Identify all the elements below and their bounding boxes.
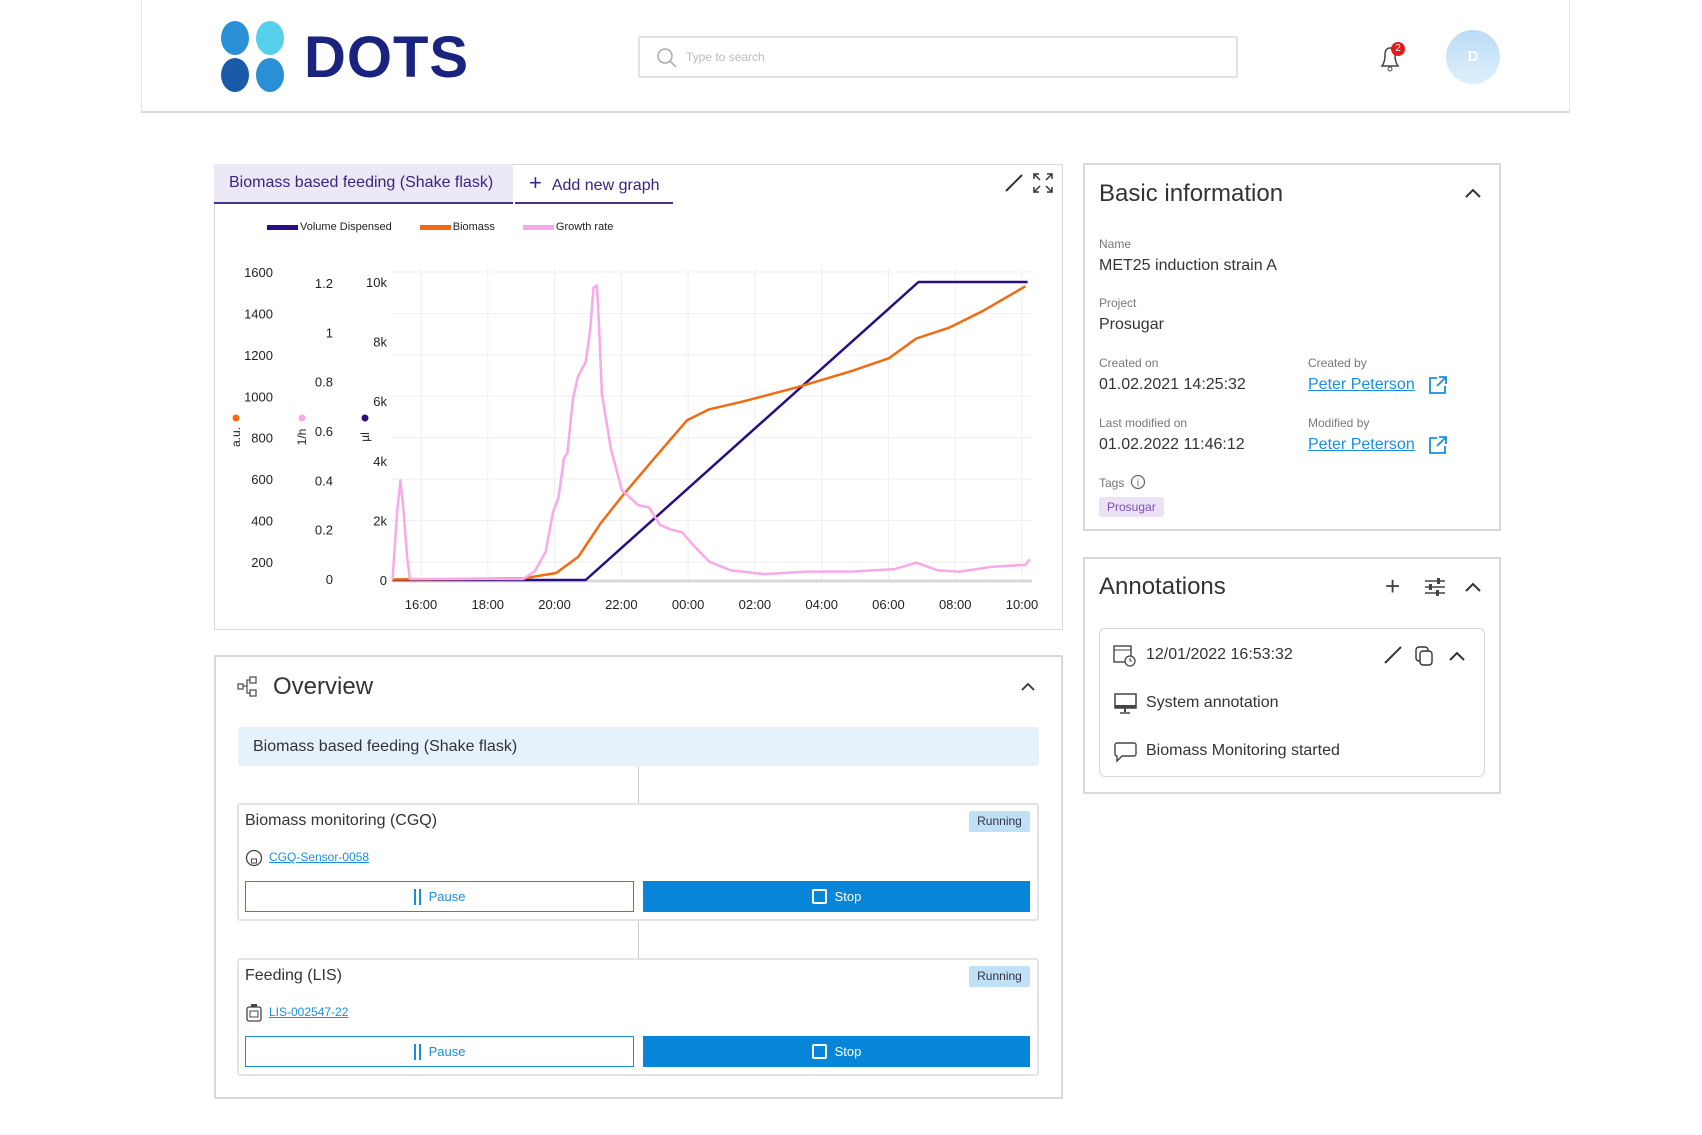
stop-icon <box>811 889 827 904</box>
button-label: Stop <box>834 889 862 904</box>
filter-sliders-icon[interactable] <box>1424 578 1446 596</box>
external-link-icon[interactable] <box>1428 435 1448 455</box>
y-tick-label-ul: 10k <box>366 275 387 290</box>
process-header[interactable]: Biomass based feeding (Shake flask) <box>238 727 1039 766</box>
y-tick-label-perh: 0 <box>326 572 333 587</box>
panel-title: Overview <box>273 673 374 700</box>
panel-title: Annotations <box>1099 573 1226 600</box>
stop-icon <box>811 1044 827 1059</box>
y-tick-label-perh: 1.2 <box>315 276 333 291</box>
panel-title: Basic information <box>1099 180 1284 207</box>
axis-color-dot <box>361 414 369 422</box>
x-tick-label: 06:00 <box>872 597 905 612</box>
tags-label: Tags <box>1099 476 1125 490</box>
x-tick-label: 04:00 <box>805 597 838 612</box>
created-by-link[interactable]: Peter Peterson <box>1308 376 1415 394</box>
y-tick-label-au: 1400 <box>244 306 273 321</box>
y-tick-label-ul: 0 <box>380 573 387 588</box>
x-tick-label: 22:00 <box>605 597 638 612</box>
pause-icon <box>413 1043 421 1060</box>
stop-button[interactable]: Stop <box>643 881 1030 912</box>
created-by-label: Created by <box>1308 356 1367 370</box>
y-tick-label-au: 1000 <box>244 389 273 404</box>
modified-by-link[interactable]: Peter Peterson <box>1308 436 1415 454</box>
pause-button[interactable]: Pause <box>245 881 634 912</box>
axis-color-dot <box>298 414 306 422</box>
chevron-up-icon[interactable] <box>1464 581 1482 593</box>
connector-line <box>638 921 639 958</box>
stop-button[interactable]: Stop <box>643 1036 1030 1067</box>
annotation-type: System annotation <box>1146 694 1279 711</box>
copy-icon[interactable] <box>1414 645 1436 667</box>
pause-button[interactable]: Pause <box>245 1036 634 1067</box>
created-on-label: Created on <box>1099 356 1159 370</box>
y-tick-label-au: 1200 <box>244 348 273 363</box>
monitor-icon <box>1114 693 1137 714</box>
chevron-up-icon[interactable] <box>1464 187 1482 199</box>
device-link[interactable]: LIS-002547-22 <box>269 1005 348 1019</box>
y-tick-label-ul: 8k <box>373 335 387 350</box>
y-axis-title-au: a.u. <box>229 427 243 447</box>
name-label: Name <box>1099 237 1132 251</box>
chevron-up-icon[interactable] <box>1448 650 1466 662</box>
plus-icon: + <box>1385 571 1401 601</box>
modified-by-label: Modified by <box>1308 416 1370 430</box>
y-axis-title-perh: 1/h <box>295 429 309 446</box>
y-tick-label-ul: 2k <box>373 513 387 528</box>
created-on-value: 01.02.2021 14:25:32 <box>1099 376 1246 393</box>
button-label: Pause <box>428 1044 466 1059</box>
y-tick-label-au: 200 <box>251 555 273 570</box>
x-tick-label: 16:00 <box>405 597 438 612</box>
edit-pencil-icon[interactable] <box>1383 645 1403 665</box>
device-link[interactable]: CGQ-Sensor-0058 <box>269 850 369 864</box>
y-tick-label-ul: 6k <box>373 394 387 409</box>
x-tick-label: 20:00 <box>538 597 571 612</box>
workflow-icon <box>237 676 257 697</box>
annotation-text: Biomass Monitoring started <box>1146 742 1340 759</box>
y-tick-label-perh: 0.4 <box>315 473 333 488</box>
modified-on-value: 01.02.2022 11:46:12 <box>1099 436 1245 453</box>
y-tick-label-ul: 4k <box>373 454 387 469</box>
y-tick-label-perh: 0.2 <box>315 523 333 538</box>
external-link-icon[interactable] <box>1428 375 1448 395</box>
x-tick-label: 00:00 <box>672 597 705 612</box>
y-axis-title-ul: µl <box>358 432 372 442</box>
status-badge: Running <box>969 811 1030 832</box>
x-tick-label: 08:00 <box>939 597 972 612</box>
add-annotation-button[interactable]: + <box>1385 571 1400 602</box>
tag-chip[interactable]: Prosugar <box>1099 497 1164 517</box>
calendar-clock-icon <box>1113 645 1136 667</box>
y-tick-label-perh: 0.8 <box>315 375 333 390</box>
pump-icon <box>246 1004 262 1022</box>
y-tick-label-perh: 1 <box>326 325 333 340</box>
x-tick-label: 10:00 <box>1006 597 1039 612</box>
y-tick-label-au: 400 <box>251 514 273 529</box>
button-label: Stop <box>834 1044 862 1059</box>
project-label: Project <box>1099 296 1137 310</box>
connector-line <box>638 766 639 803</box>
axis-color-dot <box>232 414 240 422</box>
x-tick-label: 02:00 <box>739 597 772 612</box>
pause-icon <box>413 888 421 905</box>
info-icon[interactable]: i <box>1130 474 1146 490</box>
annotation-timestamp: 12/01/2022 16:53:32 <box>1146 646 1293 663</box>
project-value: Prosugar <box>1099 316 1164 333</box>
step-title: Feeding (LIS) <box>245 967 342 984</box>
y-tick-label-au: 800 <box>251 431 273 446</box>
sensor-icon <box>245 849 263 867</box>
y-tick-label-au: 1600 <box>244 265 273 280</box>
name-value: MET25 induction strain A <box>1099 257 1277 274</box>
svg-text:i: i <box>1137 478 1139 489</box>
modified-on-label: Last modified on <box>1099 416 1188 430</box>
chevron-up-icon[interactable] <box>1020 682 1036 692</box>
button-label: Pause <box>428 889 466 904</box>
x-tick-label: 18:00 <box>472 597 505 612</box>
comment-icon <box>1114 742 1137 763</box>
y-tick-label-perh: 0.6 <box>315 424 333 439</box>
y-tick-label-au: 600 <box>251 472 273 487</box>
step-title: Biomass monitoring (CGQ) <box>245 812 438 829</box>
status-badge: Running <box>969 966 1030 987</box>
